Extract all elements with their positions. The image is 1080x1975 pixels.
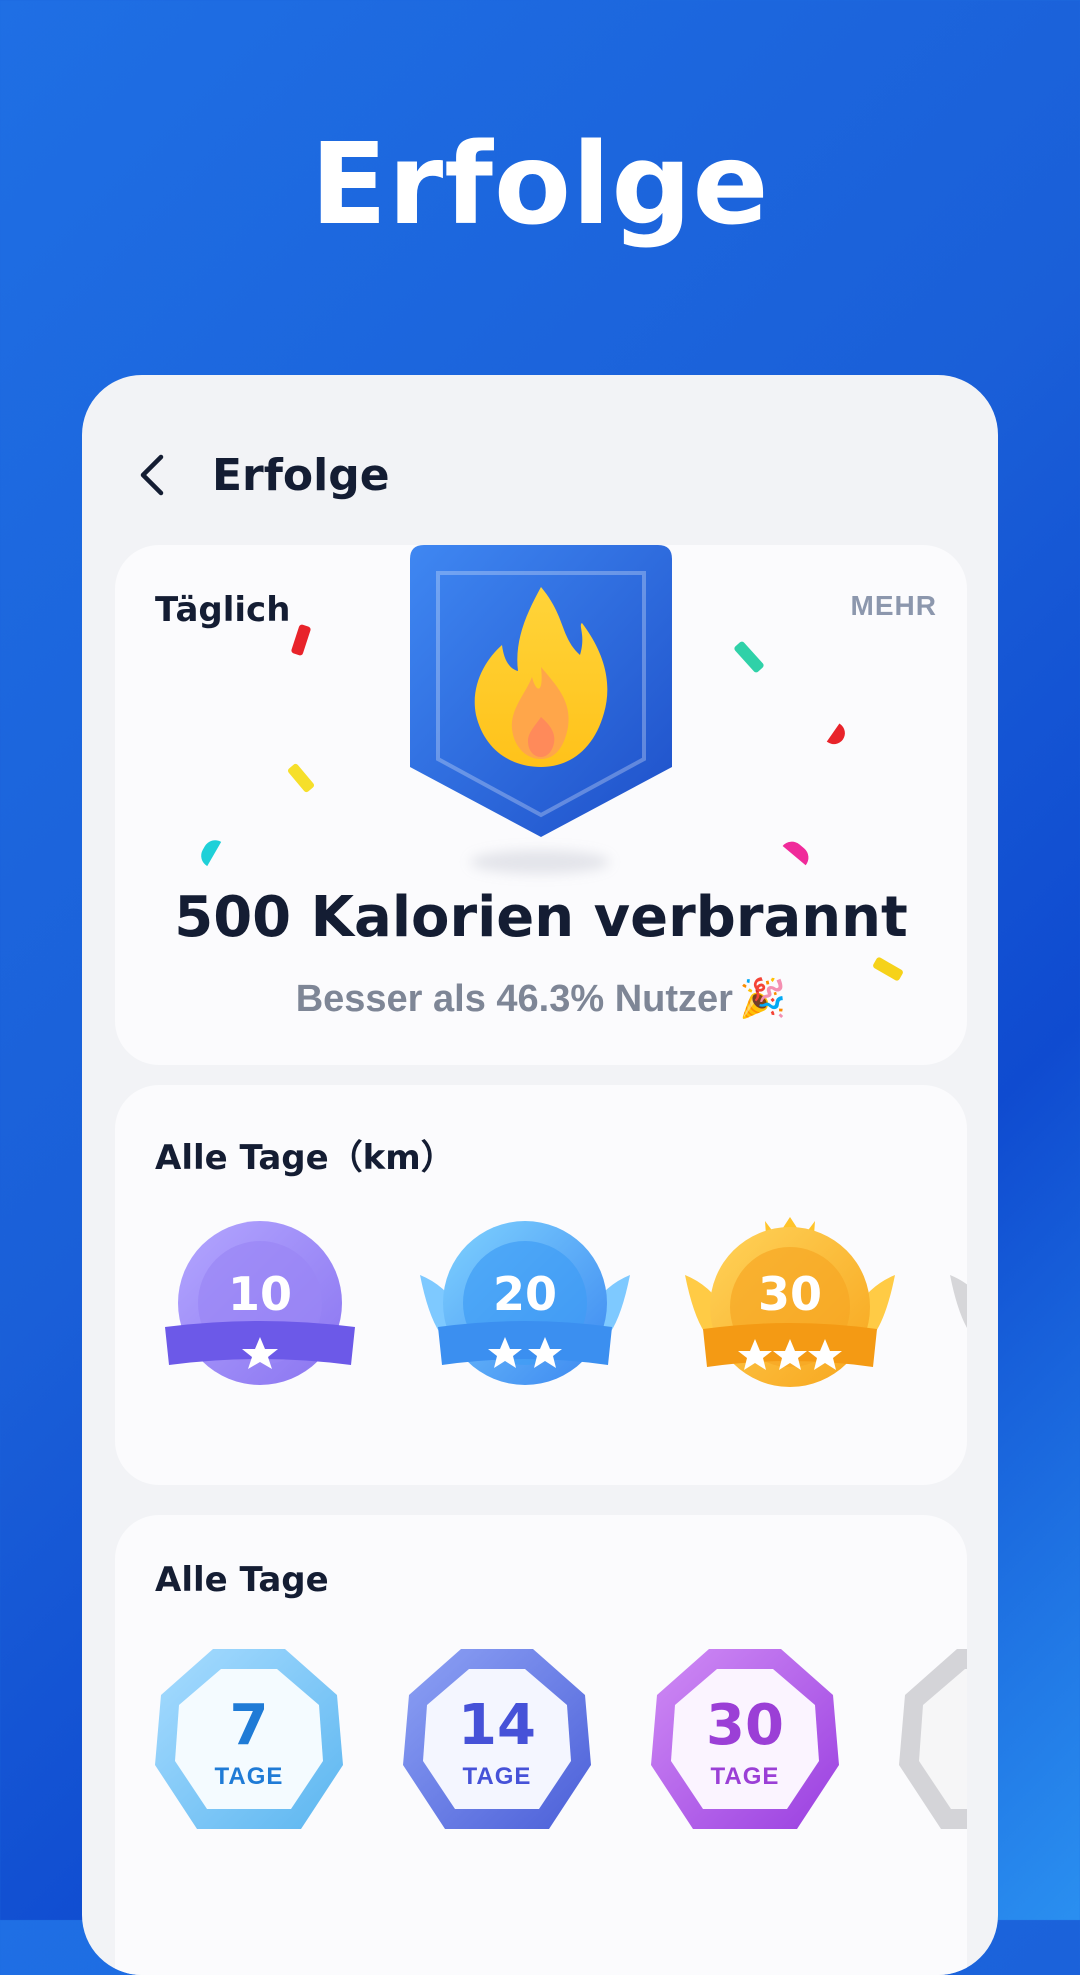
badge-value: 14: [458, 1693, 536, 1758]
distance-badge-20[interactable]: 20: [420, 1215, 630, 1415]
badge-value: 7: [229, 1693, 269, 1758]
back-button[interactable]: [132, 445, 172, 505]
badge-value: 10: [227, 1267, 292, 1321]
streak-badge-14[interactable]: 14 TAGE: [401, 1645, 593, 1837]
badge-value: 30: [706, 1693, 784, 1758]
distance-badge-30[interactable]: 30: [685, 1215, 895, 1415]
confetti-piece: [733, 640, 765, 674]
daily-label: Täglich: [155, 590, 291, 630]
confetti-piece: [826, 723, 850, 749]
page-title: Erfolge: [212, 449, 390, 501]
chevron-left-icon: [140, 454, 164, 496]
streak-achievements-card: Alle Tage 7 TAGE 14 TAGE 30 TAGE: [115, 1515, 967, 1975]
daily-subtitle: Besser als 46.3% Nutzer 🎉: [115, 977, 967, 1021]
badge-value: 30: [757, 1267, 822, 1321]
percentile-text: Besser als 46.3% Nutzer: [295, 978, 733, 1020]
streak-badge-locked[interactable]: [897, 1645, 967, 1837]
confetti-piece: [290, 623, 312, 657]
distance-badge-locked[interactable]: [950, 1215, 967, 1415]
distance-achievements-card: Alle Tage（km） 10 20 30: [115, 1085, 967, 1485]
daily-headline: 500 Kalorien verbrannt: [174, 885, 908, 950]
streak-badge-7[interactable]: 7 TAGE: [153, 1645, 345, 1837]
confetti-piece: [782, 836, 814, 866]
badge-shadow: [470, 850, 610, 874]
distance-badge-row: 10 20 30: [155, 1215, 967, 1415]
streak-label: Alle Tage: [155, 1560, 329, 1600]
distance-badge-10[interactable]: 10: [155, 1215, 365, 1415]
badge-value: 20: [492, 1267, 557, 1321]
top-bar: Erfolge: [132, 435, 390, 515]
party-popper-icon: 🎉: [738, 978, 787, 1020]
locked-grey-medal-icon: [950, 1275, 967, 1329]
flame-shield-badge-icon: [410, 545, 672, 837]
streak-badge-30[interactable]: 30 TAGE: [649, 1645, 841, 1837]
badge-unit: TAGE: [462, 1763, 532, 1790]
locked-grey-octagon-badge-icon: [899, 1649, 967, 1829]
app-screen: Erfolge Täglich MEHR 500 Kalorien verbra…: [82, 375, 998, 1975]
more-link[interactable]: MEHR: [851, 590, 937, 622]
confetti-piece: [196, 835, 222, 867]
streak-badge-row: 7 TAGE 14 TAGE 30 TAGE: [153, 1645, 967, 1837]
confetti-piece: [286, 762, 316, 794]
daily-achievement-card[interactable]: Täglich MEHR 500 Kalorien verbrannt Bess…: [115, 545, 967, 1065]
badge-unit: TAGE: [214, 1763, 284, 1790]
hero-title: Erfolge: [310, 120, 770, 250]
badge-unit: TAGE: [710, 1763, 780, 1790]
distance-label: Alle Tage（km）: [155, 1138, 455, 1178]
